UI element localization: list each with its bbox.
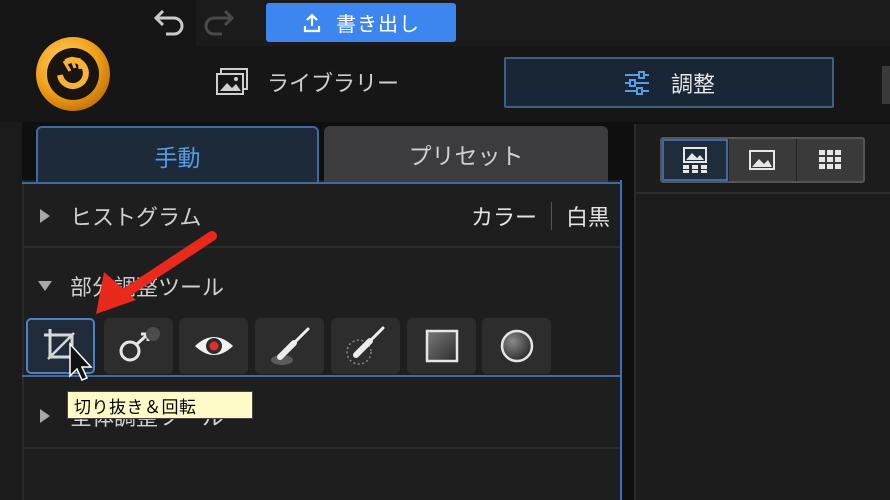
- adjust-label: 調整: [670, 72, 715, 98]
- tab-manual[interactable]: 手動: [36, 126, 319, 184]
- tooltip-text: 切り抜き＆回転: [74, 397, 197, 418]
- section-divider: [24, 246, 620, 248]
- photo-library-icon: [216, 68, 248, 95]
- section-divider: [24, 447, 620, 449]
- spot-removal-icon: [119, 327, 160, 362]
- local-tools-title: 部分調整ツール: [70, 276, 225, 301]
- adjust-nav[interactable]: 調整: [504, 57, 834, 108]
- grid-view-icon: [818, 150, 841, 169]
- collapse-arrow-icon: [38, 281, 52, 291]
- brush-icon: [270, 327, 309, 365]
- radial-filter-button[interactable]: [482, 318, 551, 374]
- tab-preset[interactable]: プリセット: [324, 126, 608, 182]
- undo-icon[interactable]: [148, 6, 188, 40]
- tools-underline: [22, 375, 622, 377]
- image-view-icon: [749, 150, 776, 170]
- tooltip: 切り抜き＆回転: [67, 391, 253, 419]
- export-label: 書き出し: [336, 12, 420, 36]
- left-gutter: [0, 122, 22, 500]
- histogram-color-option[interactable]: カラー: [471, 200, 537, 232]
- export-icon: [303, 12, 321, 32]
- local-tools-section-header[interactable]: 部分調整ツール: [24, 254, 620, 318]
- tab-manual-label: 手動: [154, 146, 201, 172]
- crop-rotate-button[interactable]: [26, 318, 95, 374]
- expand-arrow-icon: [40, 209, 50, 223]
- radial-brush-button[interactable]: [331, 318, 400, 374]
- view-full-button[interactable]: [729, 139, 797, 181]
- redo-icon[interactable]: [200, 6, 240, 40]
- histogram-title: ヒストグラム: [70, 206, 202, 231]
- window-edge: [882, 66, 890, 104]
- red-eye-icon: [194, 337, 233, 355]
- circle-filter-icon: [500, 329, 533, 363]
- dotted-brush-icon: [345, 326, 384, 365]
- view-panel-divider: [634, 192, 890, 194]
- view-grid-button[interactable]: [796, 139, 863, 181]
- histogram-section-header[interactable]: ヒストグラム カラー 白黒: [24, 184, 620, 248]
- tab-preset-label: プリセット: [408, 144, 524, 170]
- export-button[interactable]: 書き出し: [266, 3, 456, 42]
- spot-removal-button[interactable]: [104, 318, 173, 374]
- adjustment-brush-button[interactable]: [255, 318, 324, 374]
- filmstrip-view-icon: [683, 147, 708, 173]
- histogram-mono-option[interactable]: 白黒: [566, 200, 610, 232]
- graduated-filter-button[interactable]: [407, 318, 476, 374]
- app-logo: [36, 37, 110, 111]
- view-single-button[interactable]: [662, 139, 730, 181]
- crop-icon: [43, 329, 78, 363]
- sliders-icon: [624, 70, 649, 95]
- library-nav[interactable]: ライブラリー: [215, 60, 455, 104]
- red-eye-button[interactable]: [179, 318, 248, 374]
- library-label: ライブラリー: [267, 72, 400, 97]
- divider: [550, 202, 552, 230]
- square-filter-icon: [425, 329, 458, 363]
- expand-arrow-icon: [40, 409, 50, 423]
- view-mode-toggle: [660, 137, 865, 183]
